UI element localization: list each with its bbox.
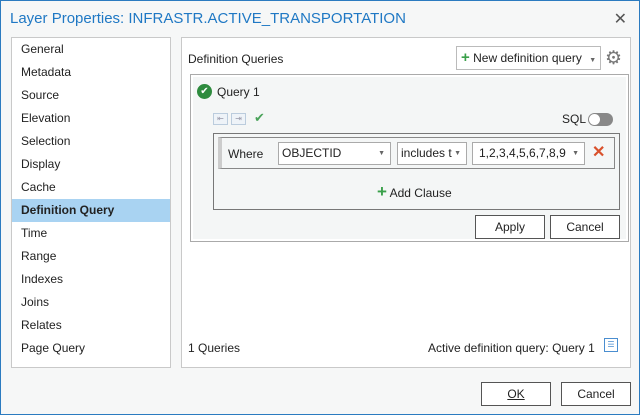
verify-check-icon[interactable]: ✔ (254, 110, 265, 126)
field-value: OBJECTID (282, 146, 342, 160)
remove-clause-icon[interactable]: ✕ (592, 142, 605, 162)
add-clause-button[interactable]: + Add Clause (377, 182, 452, 202)
clause-box: Where OBJECTID ▼ includes t ▼ 1,2,3,4,5,6,… (213, 133, 620, 210)
sidebar-item-elevation[interactable]: Elevation (12, 107, 170, 130)
sidebar-item-general[interactable]: General (12, 38, 170, 61)
sidebar-item-time[interactable]: Time (12, 222, 170, 245)
operator-dropdown[interactable]: includes t ▼ (397, 142, 467, 165)
query-card: ✔ Query 1 ⇤ ⇥ ✔ SQL Where OBJECTID ▼ incl… (190, 74, 629, 242)
clause-row: Where OBJECTID ▼ includes t ▼ 1,2,3,4,5,6,… (218, 137, 615, 169)
sidebar-item-definition-query[interactable]: Definition Query (12, 199, 170, 222)
query-cancel-button[interactable]: Cancel (550, 215, 620, 239)
sidebar-item-selection[interactable]: Selection (12, 130, 170, 153)
panel-heading: Definition Queries (188, 52, 284, 66)
layer-properties-dialog: Layer Properties: INFRASTR.ACTIVE_TRANSP… (0, 0, 640, 415)
new-definition-query-button[interactable]: + New definition query ▼ (456, 46, 601, 70)
dialog-title: Layer Properties: INFRASTR.ACTIVE_TRANSP… (10, 10, 406, 27)
value-dropdown[interactable]: 1,2,3,4,5,6,7,8,9 ▼ (472, 142, 585, 165)
sidebar-item-cache[interactable]: Cache (12, 176, 170, 199)
sidebar-item-relates[interactable]: Relates (12, 314, 170, 337)
add-clause-label: Add Clause (389, 186, 452, 200)
check-circle-icon: ✔ (197, 84, 212, 99)
indent-icon[interactable]: ⇥ (231, 113, 246, 125)
sidebar: General Metadata Source Elevation Selection D… (11, 37, 171, 368)
value-text: 1,2,3,4,5,6,7,8,9 (479, 146, 566, 160)
sidebar-item-metadata[interactable]: Metadata (12, 61, 170, 84)
sidebar-item-joins[interactable]: Joins (12, 291, 170, 314)
field-dropdown[interactable]: OBJECTID ▼ (278, 142, 391, 165)
active-query-list-icon[interactable]: ☰ (604, 338, 618, 352)
ok-button[interactable]: OK (481, 382, 551, 406)
sidebar-item-page-query[interactable]: Page Query (12, 337, 170, 360)
active-query-label: Active definition query: Query 1 (428, 341, 595, 355)
chevron-down-icon: ▼ (454, 150, 461, 157)
apply-button[interactable]: Apply (475, 215, 545, 239)
sidebar-item-indexes[interactable]: Indexes (12, 268, 170, 291)
sql-label: SQL (562, 112, 587, 126)
sql-toggle[interactable] (588, 113, 613, 126)
new-query-label: New definition query (473, 51, 582, 65)
query-count: 1 Queries (188, 341, 241, 355)
definition-query-panel: Definition Queries + New definition quer… (181, 37, 631, 368)
plus-icon: + (461, 49, 470, 66)
close-icon[interactable]: ✕ (614, 9, 627, 29)
plus-icon: + (377, 182, 387, 201)
outdent-icon[interactable]: ⇤ (213, 113, 228, 125)
gear-icon[interactable]: ⚙ (605, 47, 622, 70)
sidebar-item-range[interactable]: Range (12, 245, 170, 268)
operator-value: includes t (401, 146, 452, 160)
cancel-button[interactable]: Cancel (561, 382, 631, 406)
sidebar-item-display[interactable]: Display (12, 153, 170, 176)
chevron-down-icon: ▼ (378, 150, 385, 157)
query-name[interactable]: Query 1 (217, 85, 260, 99)
where-label: Where (228, 147, 264, 161)
sidebar-item-source[interactable]: Source (12, 84, 170, 107)
chevron-down-icon: ▼ (572, 150, 579, 157)
chevron-down-icon[interactable]: ▼ (589, 57, 596, 64)
